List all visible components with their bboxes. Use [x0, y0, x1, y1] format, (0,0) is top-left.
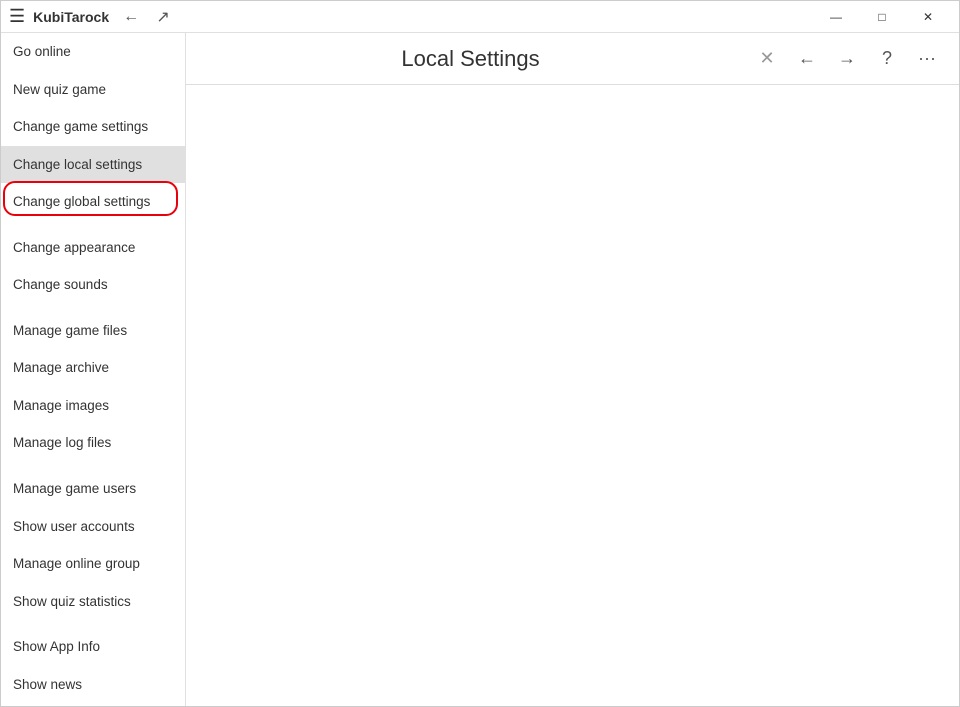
game-topbar: Local Settings ✕ ← → ? ··· — [186, 33, 959, 85]
close-button[interactable]: ✕ — [905, 1, 951, 33]
titlebar-left: ☰ KubiTarock ← ↗ — [9, 3, 813, 31]
topbar-back-icon[interactable]: ← — [791, 43, 823, 75]
hamburger-menu-icon[interactable]: ☰ — [9, 6, 25, 27]
sidebar-item-change-game-settings[interactable]: Change game settings — [1, 108, 185, 146]
titlebar-nav: ← ↗ — [117, 3, 177, 31]
topbar-help-icon[interactable]: ? — [871, 43, 903, 75]
main-area: Go online New quiz game Change game sett… — [1, 33, 959, 706]
app-window: ☰ KubiTarock ← ↗ — □ ✕ Go online New qui… — [0, 0, 960, 707]
back-button[interactable]: ← — [117, 3, 145, 31]
window-controls: — □ ✕ — [813, 1, 951, 33]
topbar-actions: ✕ ← → ? ··· — [751, 43, 943, 75]
sidebar-item-manage-log-files[interactable]: Manage log files — [1, 424, 185, 462]
sidebar-item-go-online[interactable]: Go online — [1, 33, 185, 71]
topbar-forward-icon[interactable]: → — [831, 43, 863, 75]
sidebar-item-manage-game-files[interactable]: Manage game files — [1, 312, 185, 350]
sidebar-item-change-local-settings[interactable]: Change local settings — [1, 146, 185, 184]
topbar-close-icon[interactable]: ✕ — [751, 43, 783, 75]
sidebar-item-show-tutorials[interactable]: Show tutorials — [1, 703, 185, 706]
sidebar-item-change-global-settings[interactable]: Change global settings — [1, 183, 185, 221]
sidebar-item-manage-images[interactable]: Manage images — [1, 387, 185, 425]
sidebar-item-manage-archive[interactable]: Manage archive — [1, 349, 185, 387]
app-title: KubiTarock — [33, 9, 109, 25]
sidebar-item-show-app-info[interactable]: Show App Info — [1, 628, 185, 666]
sidebar-item-show-quiz-statistics[interactable]: Show quiz statistics — [1, 583, 185, 621]
titlebar: ☰ KubiTarock ← ↗ — □ ✕ — [1, 1, 959, 33]
maximize-restore-button[interactable]: ↗ — [149, 3, 177, 31]
sidebar-item-manage-game-users[interactable]: Manage game users — [1, 470, 185, 508]
sidebar: Go online New quiz game Change game sett… — [1, 33, 186, 706]
sidebar-item-show-user-accounts[interactable]: Show user accounts — [1, 508, 185, 546]
sidebar-item-manage-online-group[interactable]: Manage online group — [1, 545, 185, 583]
content-area: Local Settings ✕ ← → ? ··· Tricks: 0 — [186, 33, 959, 706]
maximize-button[interactable]: □ — [859, 1, 905, 33]
page-title: Local Settings — [202, 46, 739, 72]
sidebar-item-change-sounds[interactable]: Change sounds — [1, 266, 185, 304]
minimize-button[interactable]: — — [813, 1, 859, 33]
topbar-more-icon[interactable]: ··· — [911, 43, 943, 75]
sidebar-item-change-appearance[interactable]: Change appearance — [1, 229, 185, 267]
sidebar-item-new-quiz-game[interactable]: New quiz game — [1, 71, 185, 109]
sidebar-item-show-news[interactable]: Show news — [1, 666, 185, 704]
